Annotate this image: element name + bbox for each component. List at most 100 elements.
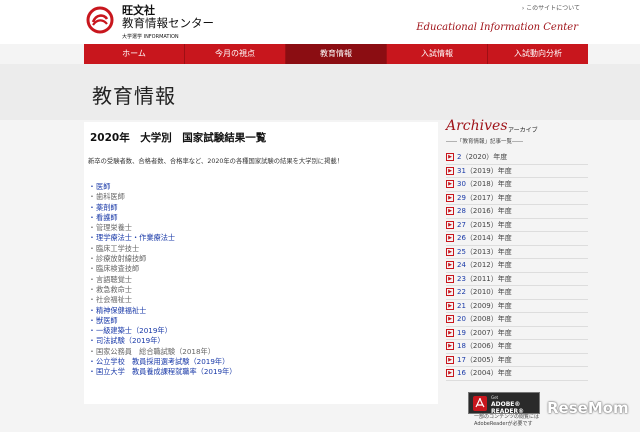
archive-item[interactable]: ▶ 17（2005）年度 xyxy=(446,354,588,367)
bullet-dot: ・ xyxy=(88,315,96,325)
exam-list-item[interactable]: ・精神保健福祉士 xyxy=(88,306,236,316)
exam-item-label: 精神保健福祉士 xyxy=(96,305,147,315)
archive-item[interactable]: ▶ 29（2017）年度 xyxy=(446,192,588,205)
exam-list-item: ・管理栄養士 xyxy=(88,223,236,233)
archive-year: （2019）年度 xyxy=(465,166,512,175)
archive-item[interactable]: ▶ 26（2014）年度 xyxy=(446,232,588,246)
arrow-right-icon: ▶ xyxy=(446,342,454,350)
adobe-reader-label: ADOBE® READER® xyxy=(491,401,525,415)
exam-list-item[interactable]: ・獣医師 xyxy=(88,316,236,326)
archive-item[interactable]: ▶ 22（2010）年度 xyxy=(446,286,588,300)
archive-year: （2016）年度 xyxy=(465,207,512,215)
archive-item[interactable]: ▶ 27（2015）年度 xyxy=(446,219,588,232)
exam-list-item: ・救急救命士 xyxy=(88,285,236,295)
exam-item-label: 言語聴覚士 xyxy=(96,274,132,284)
archive-year: （2015）年度 xyxy=(465,220,512,229)
arrow-right-icon: ▶ xyxy=(446,153,454,161)
arrow-right-icon: ▶ xyxy=(446,166,454,175)
archive-item[interactable]: ▶ 2（2020）年度 xyxy=(446,151,588,165)
arrow-right-icon: ▶ xyxy=(446,328,454,337)
archive-count: 31 xyxy=(457,166,466,175)
global-nav: ホーム 今月の視点 教育情報 入試情報 入試動向分析 xyxy=(84,44,588,64)
archive-year: （2012）年度 xyxy=(465,261,512,269)
archive-count: 27 xyxy=(457,220,466,229)
archive-year: （2005）年度 xyxy=(465,355,512,364)
exam-list-item[interactable]: ・一級建築士（2019年） xyxy=(88,326,236,336)
archive-year: （2007）年度 xyxy=(465,328,512,337)
archive-year: （2006）年度 xyxy=(465,342,512,350)
archive-item[interactable]: ▶ 23（2011）年度 xyxy=(446,273,588,286)
exam-item-label: 歯科医師 xyxy=(96,192,125,202)
exam-list-item[interactable]: ・薬剤師 xyxy=(88,203,236,213)
exam-list-item[interactable]: ・公立学校 教員採用選考試験（2019年） xyxy=(88,357,236,367)
archive-count: 18 xyxy=(457,342,466,350)
nav-exam-trends[interactable]: 入試動向分析 xyxy=(488,44,588,64)
arrow-right-icon: ▶ xyxy=(446,261,454,269)
archive-count: 28 xyxy=(457,207,466,215)
archive-year: （2009）年度 xyxy=(465,301,512,310)
exam-item-label: 国立大学 教員養成課程就職率（2019年） xyxy=(96,367,237,377)
bullet-dot: ・ xyxy=(88,367,96,377)
archive-item[interactable]: ▶ 24（2012）年度 xyxy=(446,259,588,273)
adobe-get-label: Get xyxy=(491,395,499,400)
archives-subtitle: アーカイブ xyxy=(508,127,538,134)
bullet-dot: ・ xyxy=(88,274,96,284)
nav-exam-info[interactable]: 入試情報 xyxy=(387,44,488,64)
nav-home[interactable]: ホーム xyxy=(84,44,185,64)
archives-note: ――「教育情報」記事一覧―― xyxy=(446,139,524,145)
exam-item-label: 公立学校 教員採用選考試験（2019年） xyxy=(96,357,230,367)
arrow-right-icon: ▶ xyxy=(446,274,454,283)
exam-item-label: 救急救命士 xyxy=(96,284,132,294)
archive-count: 24 xyxy=(457,261,466,269)
arrow-right-icon: ▶ xyxy=(446,288,454,296)
exam-list-item[interactable]: ・国立大学 教員養成課程就職率（2019年） xyxy=(88,367,236,377)
exam-list-item[interactable]: ・医師 xyxy=(88,182,236,192)
archive-item[interactable]: ▶ 19（2007）年度 xyxy=(446,327,588,340)
archive-year: （2004）年度 xyxy=(465,369,512,377)
archive-item[interactable]: ▶ 28（2016）年度 xyxy=(446,205,588,219)
nav-education-info[interactable]: 教育情報 xyxy=(286,44,387,64)
exam-item-label: 司法試験（2019年） xyxy=(96,336,165,346)
archive-item[interactable]: ▶ 25（2013）年度 xyxy=(446,246,588,259)
arrow-right-icon: ▶ xyxy=(446,301,454,310)
article-heading: 2020年 大学別 国家試験結果一覧 xyxy=(90,132,267,144)
archive-item[interactable]: ▶ 20（2008）年度 xyxy=(446,313,588,327)
obunsha-logo-icon[interactable] xyxy=(86,6,114,34)
about-site-link[interactable]: › このサイトについて xyxy=(522,3,580,12)
exam-list-item[interactable]: ・理学療法士・作業療法士 xyxy=(88,233,236,243)
brand-block[interactable]: 旺文社 教育情報センター 大学選学 INFORMATION xyxy=(122,4,214,44)
archive-item[interactable]: ▶ 16（2004）年度 xyxy=(446,367,588,381)
arrow-right-icon: ▶ xyxy=(446,315,454,323)
adobe-reader-button[interactable]: Get ADOBE® READER® xyxy=(468,392,540,415)
archive-year: （2020）年度 xyxy=(461,153,508,161)
arrow-right-icon: ▶ xyxy=(446,193,454,202)
archive-count: 26 xyxy=(457,234,466,242)
bullet-dot: ・ xyxy=(88,264,96,274)
bullet-dot: ・ xyxy=(88,305,96,315)
bullet-dot: ・ xyxy=(88,326,96,336)
bullet-dot: ・ xyxy=(88,284,96,294)
archive-item[interactable]: ▶ 18（2006）年度 xyxy=(446,340,588,354)
archive-item[interactable]: ▶ 30（2018）年度 xyxy=(446,178,588,192)
archive-count: 16 xyxy=(457,369,466,377)
exam-item-label: 獣医師 xyxy=(96,315,118,325)
nav-monthly-view[interactable]: 今月の視点 xyxy=(185,44,286,64)
archive-count: 23 xyxy=(457,274,466,283)
adobe-note: 一部のコンテンツの閲覧には AdobeReaderが必要です xyxy=(474,414,540,427)
archive-item[interactable]: ▶ 21（2009）年度 xyxy=(446,300,588,313)
exam-list-item[interactable]: ・看護師 xyxy=(88,213,236,223)
archives-title: Archives xyxy=(446,118,508,134)
exam-list-item[interactable]: ・司法試験（2019年） xyxy=(88,336,236,346)
exam-list-item: ・言語聴覚士 xyxy=(88,275,236,285)
arrow-right-icon: ▶ xyxy=(446,180,454,188)
brand-tagline: 大学選学 INFORMATION xyxy=(122,34,179,40)
bullet-dot: ・ xyxy=(88,192,96,202)
bullet-dot: ・ xyxy=(88,223,96,233)
archive-item[interactable]: ▶ 31（2019）年度 xyxy=(446,165,588,178)
bullet-dot: ・ xyxy=(88,202,96,212)
archive-year: （2018）年度 xyxy=(465,180,512,188)
archive-year: （2013）年度 xyxy=(465,247,512,256)
article-description: 新卒の受験者数、合格者数、合格率など、2020年の各種国家試験の結果を大学別に掲… xyxy=(88,158,343,165)
archive-count: 29 xyxy=(457,193,466,202)
about-site-label: このサイトについて xyxy=(526,5,580,12)
